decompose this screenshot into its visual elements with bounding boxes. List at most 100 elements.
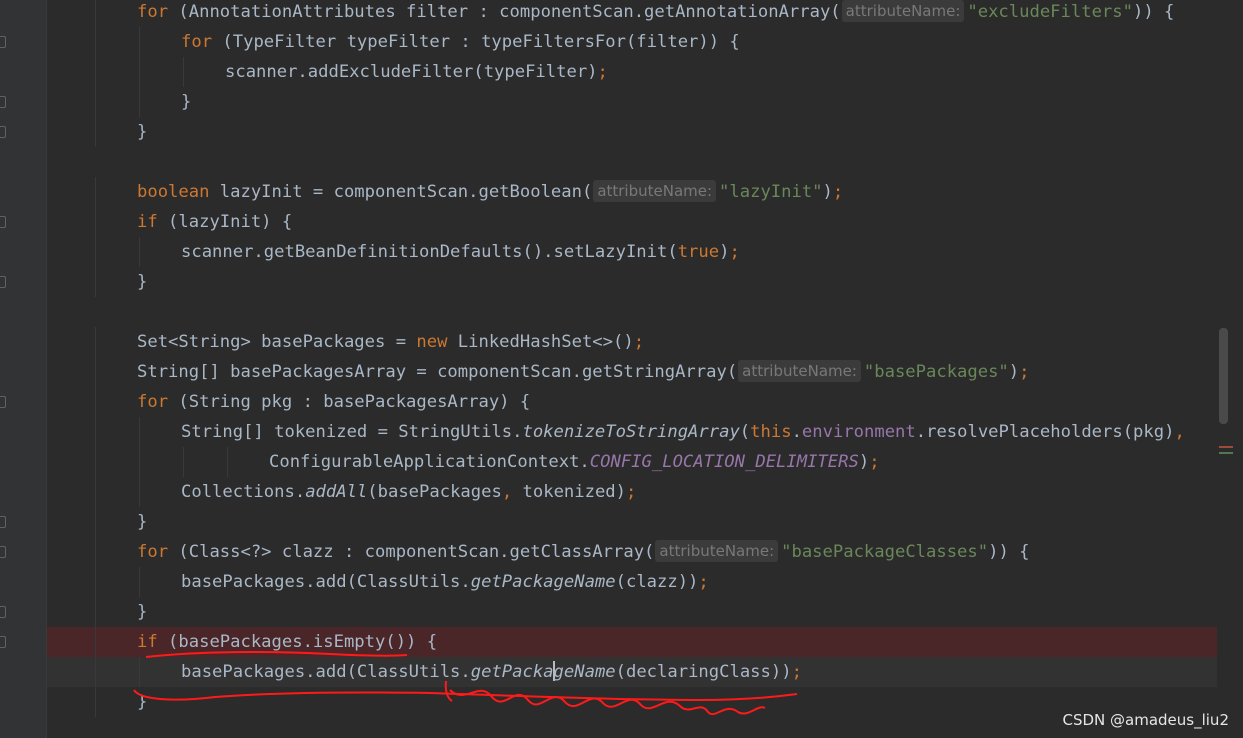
code-text: basePackages.add(ClassUtils.getPackageNa… (181, 657, 802, 687)
code-token: ) (719, 242, 730, 262)
indent-guide (139, 27, 140, 57)
code-text: String[] basePackagesArray = componentSc… (137, 357, 1030, 387)
code-token: ConfigurableApplicationContext. (269, 452, 590, 472)
code-token: Collections. (181, 482, 306, 502)
code-line[interactable]: } (47, 687, 1217, 717)
indent-guide (95, 0, 96, 27)
code-token: } (137, 122, 148, 142)
code-text: boolean lazyInit = componentScan.getBool… (137, 177, 843, 207)
error-stripe-marker[interactable] (1219, 446, 1233, 448)
code-line[interactable]: for (AnnotationAttributes filter : compo… (47, 0, 1217, 27)
code-text: ConfigurableApplicationContext.CONFIG_LO… (269, 447, 880, 477)
indent-guide (95, 27, 96, 57)
code-token: scanner.getBeanDefinitionDefaults().setL… (181, 242, 678, 262)
code-line[interactable]: basePackages.add(ClassUtils.getPackageNa… (47, 567, 1217, 597)
line-gutter[interactable] (0, 0, 46, 738)
fold-icon[interactable] (0, 216, 6, 228)
indent-guide (95, 177, 96, 207)
code-line[interactable]: String[] tokenized = StringUtils.tokeniz… (47, 417, 1217, 447)
fold-icon[interactable] (0, 546, 6, 558)
code-token: } (137, 512, 148, 532)
code-editor[interactable]: for (AnnotationAttributes filter : compo… (47, 0, 1217, 738)
code-line[interactable]: } (47, 117, 1217, 147)
code-text: for (AnnotationAttributes filter : compo… (137, 0, 1174, 27)
indent-guide (139, 477, 140, 507)
fold-icon[interactable] (0, 396, 6, 408)
code-line[interactable]: Collections.addAll(basePackages, tokeniz… (47, 477, 1217, 507)
indent-guide (95, 117, 96, 147)
code-line[interactable] (47, 297, 1217, 327)
code-token: true (677, 242, 720, 262)
code-token: "basePackageClasses" (781, 542, 989, 562)
fold-icon[interactable] (0, 96, 6, 108)
vertical-scrollbar[interactable] (1219, 0, 1233, 738)
indent-guide (95, 537, 96, 567)
code-token: Set<String> basePackages = (137, 332, 417, 352)
indent-guide (183, 57, 184, 87)
code-token: getPacka (470, 662, 554, 682)
code-line[interactable]: if (lazyInit) { (47, 207, 1217, 237)
indent-guide (95, 657, 96, 687)
code-line[interactable]: scanner.addExcludeFilter(typeFilter); (47, 57, 1217, 87)
code-text: } (137, 117, 147, 147)
indent-guide (95, 267, 96, 297)
indent-guide (139, 567, 140, 597)
code-token: ) (822, 182, 833, 202)
indent-guide (139, 57, 140, 87)
code-text: Collections.addAll(basePackages, tokeniz… (181, 477, 636, 507)
code-line[interactable]: scanner.getBeanDefinitionDefaults().setL… (47, 237, 1217, 267)
code-token: for (137, 542, 169, 562)
code-token: } (181, 92, 192, 112)
code-line[interactable] (47, 147, 1217, 177)
code-line[interactable]: for (Class<?> clazz : componentScan.getC… (47, 537, 1217, 567)
code-token: if (137, 212, 158, 232)
code-text: } (181, 87, 191, 117)
fold-icon[interactable] (0, 606, 6, 618)
parameter-hint: attributeName: (655, 540, 779, 562)
code-line[interactable]: } (47, 267, 1217, 297)
code-text: scanner.getBeanDefinitionDefaults().setL… (181, 237, 740, 267)
code-text: for (Class<?> clazz : componentScan.getC… (137, 537, 1030, 567)
code-line[interactable]: } (47, 87, 1217, 117)
code-token: , (1174, 422, 1185, 442)
code-line[interactable]: } (47, 597, 1217, 627)
code-text: } (137, 597, 147, 627)
fold-icon[interactable] (0, 126, 6, 138)
indent-guide (95, 237, 96, 267)
indent-guide (139, 447, 140, 477)
code-token: (lazyInit) { (157, 212, 293, 232)
fold-icon[interactable] (0, 636, 6, 648)
code-text: for (TypeFilter typeFilter : typeFilters… (181, 27, 740, 57)
code-token: } (137, 272, 148, 292)
code-line[interactable]: } (47, 507, 1217, 537)
fold-icon[interactable] (0, 276, 6, 288)
code-line[interactable]: Set<String> basePackages = new LinkedHas… (47, 327, 1217, 357)
code-token: )) { (1132, 2, 1175, 22)
code-line[interactable]: ConfigurableApplicationContext.CONFIG_LO… (47, 447, 1217, 477)
code-token: geName (553, 662, 616, 682)
code-token: basePackages.add(ClassUtils. (181, 572, 471, 592)
code-text: if (lazyInit) { (137, 207, 292, 237)
code-token: (basePackages (367, 482, 502, 502)
code-token: basePackages.add(ClassUtils. (181, 662, 471, 682)
code-token: ; (729, 242, 740, 262)
code-line[interactable]: boolean lazyInit = componentScan.getBool… (47, 177, 1217, 207)
code-token: ( (739, 422, 751, 442)
scrollbar-thumb[interactable] (1219, 328, 1228, 424)
fold-icon[interactable] (0, 516, 6, 528)
parameter-hint: attributeName: (738, 360, 861, 382)
code-token: String[] basePackagesArray = componentSc… (137, 362, 738, 382)
code-token: .resolvePlaceholders(pkg) (915, 422, 1175, 442)
indent-guide (95, 597, 96, 627)
fold-icon[interactable] (0, 36, 6, 48)
code-line[interactable]: if (basePackages.isEmpty()) { (47, 627, 1217, 657)
code-line[interactable]: for (String pkg : basePackagesArray) { (47, 387, 1217, 417)
code-line[interactable]: for (TypeFilter typeFilter : typeFilters… (47, 27, 1217, 57)
code-line[interactable]: basePackages.add(ClassUtils.getPackageNa… (47, 657, 1217, 687)
code-token: ; (791, 662, 802, 682)
change-stripe-marker[interactable] (1219, 452, 1233, 454)
code-token: ; (633, 332, 645, 352)
code-line[interactable]: String[] basePackagesArray = componentSc… (47, 357, 1217, 387)
indent-guide (139, 417, 140, 447)
indent-guide (95, 627, 96, 657)
